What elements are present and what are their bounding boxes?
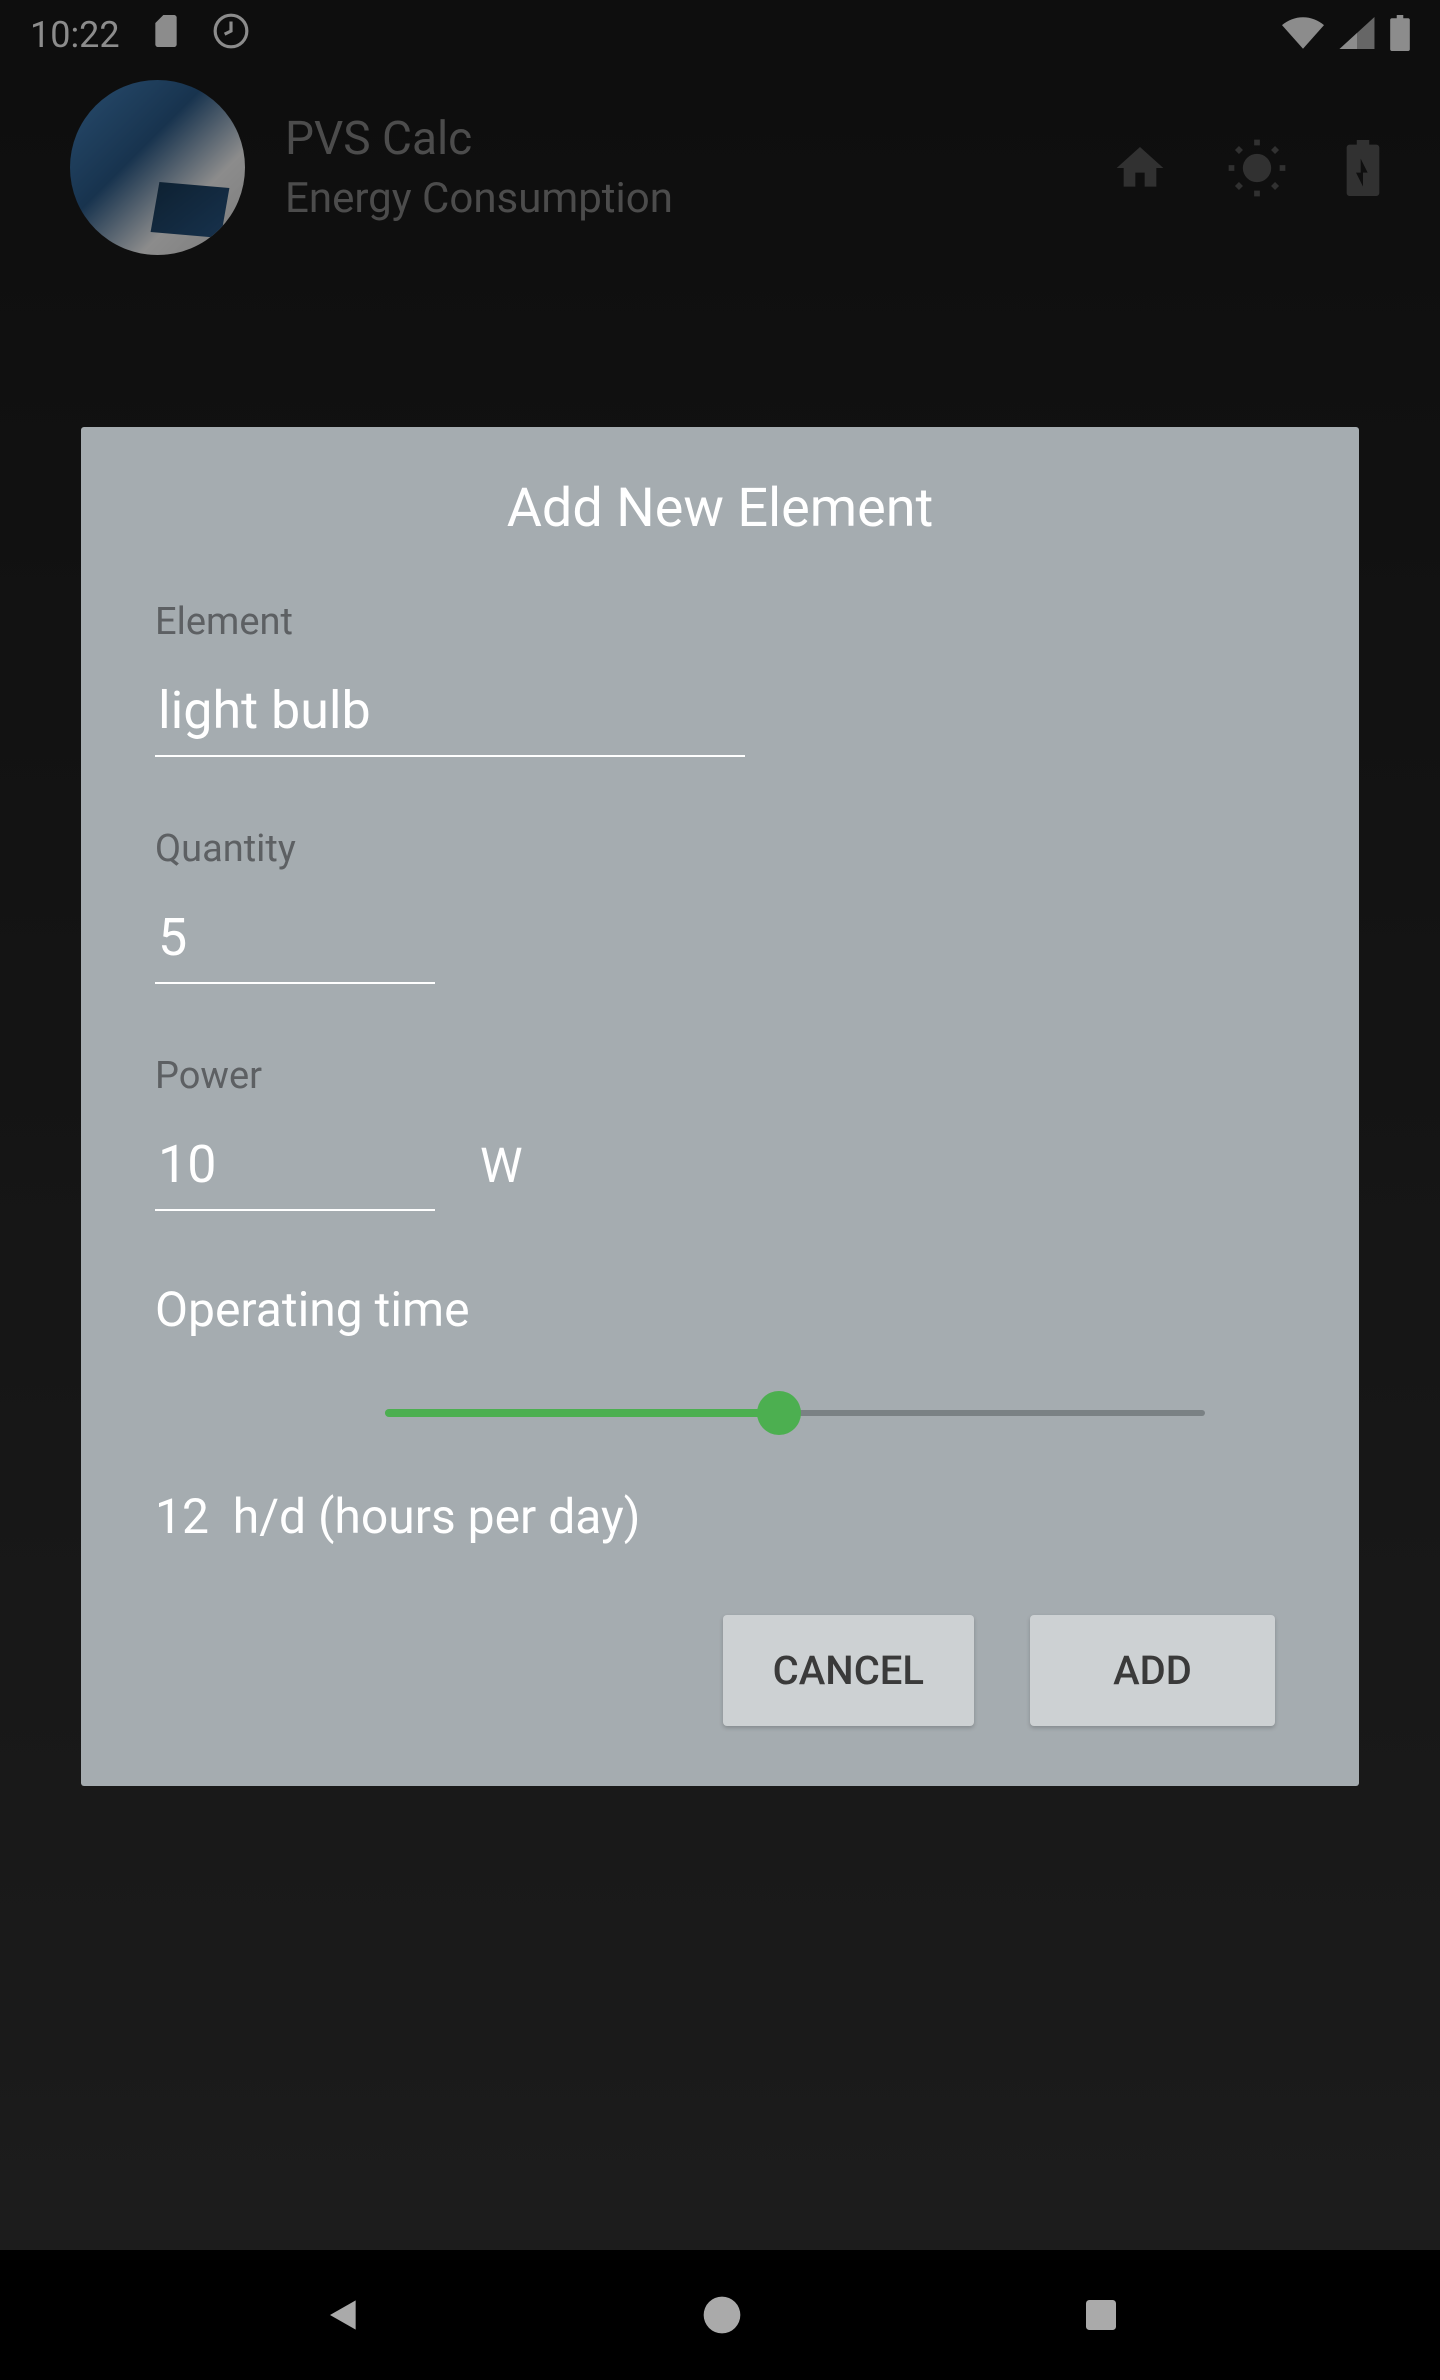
power-unit: W bbox=[480, 1137, 523, 1194]
element-form-group: Element bbox=[155, 600, 1285, 757]
quantity-label: Quantity bbox=[155, 827, 1285, 871]
power-label: Power bbox=[155, 1054, 1285, 1098]
power-form-group: Power W bbox=[155, 1054, 1285, 1211]
power-input[interactable] bbox=[155, 1126, 435, 1211]
quantity-form-group: Quantity bbox=[155, 827, 1285, 984]
operating-time-value: 12 h/d (hours per day) bbox=[155, 1488, 1285, 1545]
power-input-row: W bbox=[155, 1126, 1285, 1211]
dialog-title: Add New Element bbox=[155, 477, 1285, 540]
nav-bar bbox=[0, 2250, 1440, 2380]
slider-fill bbox=[385, 1409, 779, 1417]
recent-button[interactable] bbox=[1081, 2295, 1121, 2335]
operating-unit: h/d (hours per day) bbox=[233, 1488, 641, 1545]
home-button[interactable] bbox=[700, 2293, 744, 2337]
quantity-input[interactable] bbox=[155, 899, 435, 984]
dialog-buttons: CANCEL ADD bbox=[155, 1615, 1285, 1726]
element-label: Element bbox=[155, 600, 1285, 644]
operating-time-slider[interactable] bbox=[385, 1393, 1205, 1433]
slider-thumb[interactable] bbox=[757, 1391, 801, 1435]
operating-hours: 12 bbox=[155, 1488, 209, 1545]
add-element-dialog: Add New Element Element Quantity Power W… bbox=[81, 427, 1359, 1786]
add-button[interactable]: ADD bbox=[1030, 1615, 1275, 1726]
operating-time-label: Operating time bbox=[155, 1281, 1285, 1338]
cancel-button[interactable]: CANCEL bbox=[723, 1615, 974, 1726]
element-input[interactable] bbox=[155, 672, 745, 757]
back-button[interactable] bbox=[319, 2293, 363, 2337]
